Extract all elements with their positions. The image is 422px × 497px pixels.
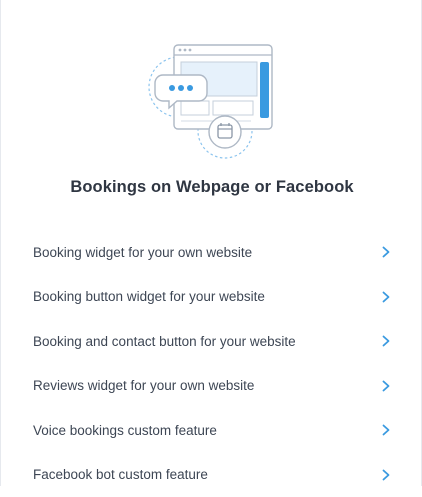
menu-item-booking-contact-button[interactable]: Booking and contact button for your webs… <box>1 319 422 364</box>
menu-item-label: Booking and contact button for your webs… <box>33 334 296 349</box>
menu-item-facebook-bot[interactable]: Facebook bot custom feature <box>1 453 422 497</box>
menu-item-label: Facebook bot custom feature <box>33 467 208 482</box>
chevron-right-icon <box>381 335 391 347</box>
menu-item-label: Reviews widget for your own website <box>33 378 254 393</box>
chevron-right-icon <box>381 424 391 436</box>
menu-item-booking-widget[interactable]: Booking widget for your own website <box>1 230 422 275</box>
bookings-menu: Booking widget for your own website Book… <box>1 230 422 497</box>
menu-item-booking-button-widget[interactable]: Booking button widget for your website <box>1 275 422 320</box>
menu-item-voice-bookings[interactable]: Voice bookings custom feature <box>1 408 422 453</box>
chat-bubble-browser-calendar-icon <box>141 35 281 165</box>
chevron-right-icon <box>381 469 391 481</box>
chevron-right-icon <box>381 380 391 392</box>
menu-item-label: Voice bookings custom feature <box>33 423 217 438</box>
menu-item-reviews-widget[interactable]: Reviews widget for your own website <box>1 364 422 409</box>
bookings-card: Bookings on Webpage or Facebook Booking … <box>0 0 422 486</box>
chevron-right-icon <box>381 291 391 303</box>
section-title: Bookings on Webpage or Facebook <box>1 178 422 197</box>
chevron-right-icon <box>381 246 391 258</box>
menu-item-label: Booking widget for your own website <box>33 245 252 260</box>
menu-item-label: Booking button widget for your website <box>33 289 265 304</box>
